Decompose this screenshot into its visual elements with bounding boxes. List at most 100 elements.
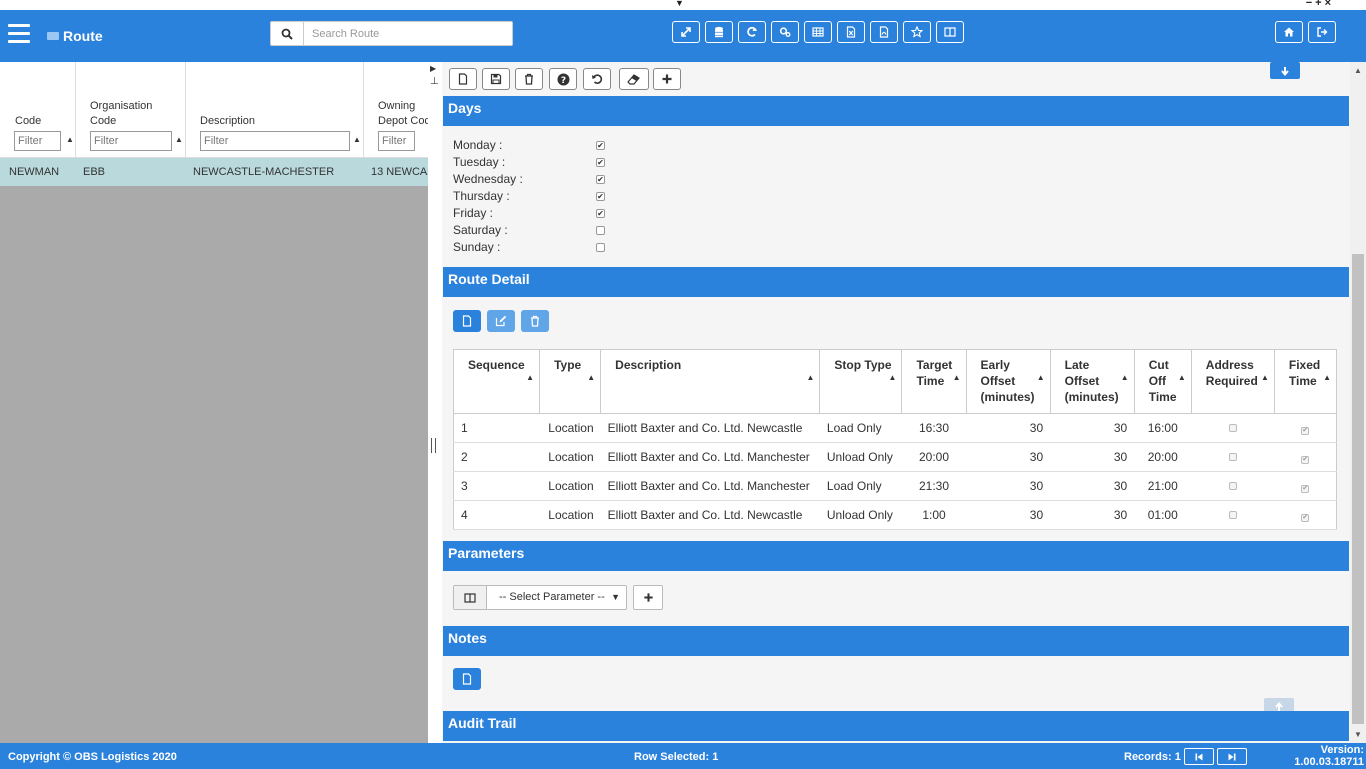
cell-late: 30 xyxy=(1050,442,1135,472)
sort-icon[interactable]: ▲ xyxy=(353,135,361,144)
delete-button[interactable] xyxy=(515,68,543,90)
add-route-detail-button[interactable] xyxy=(453,310,481,332)
org-filter-input[interactable] xyxy=(90,131,172,151)
expand-button[interactable] xyxy=(672,21,700,43)
code-filter-input[interactable] xyxy=(14,131,61,151)
day-checkbox[interactable]: ✔ xyxy=(596,175,605,184)
table-row[interactable]: 1 Location Elliott Baxter and Co. Ltd. New… xyxy=(453,413,1337,443)
sort-icon[interactable]: ▲ xyxy=(66,135,74,144)
day-label: Monday : xyxy=(453,138,503,152)
play-right-icon[interactable]: ▶ xyxy=(430,64,436,73)
scrollbar-thumb[interactable] xyxy=(1352,254,1364,724)
clear-button[interactable] xyxy=(619,68,649,90)
day-checkbox[interactable] xyxy=(596,243,605,252)
sort-icon[interactable]: ▲ xyxy=(1261,370,1269,386)
search-input[interactable] xyxy=(304,22,512,45)
column-header[interactable]: Address Required ▲ xyxy=(1191,349,1275,414)
collapse-down-button[interactable] xyxy=(1270,62,1300,79)
section-days-header[interactable]: Days xyxy=(443,96,1349,126)
columns-icon xyxy=(944,27,956,37)
sort-icon[interactable]: ▲ xyxy=(1323,370,1331,386)
add-note-button[interactable] xyxy=(453,668,481,690)
new-record-button[interactable] xyxy=(449,68,477,90)
edit-route-detail-button[interactable] xyxy=(487,310,515,332)
vertical-scrollbar[interactable]: ▲ ▼ xyxy=(1350,62,1366,743)
column-owning-depot: Owning Depot Code xyxy=(364,62,428,157)
column-header-label: Address Required xyxy=(1205,358,1258,388)
column-header[interactable]: Type ▲ xyxy=(539,349,602,414)
depot-filter-input[interactable] xyxy=(378,131,415,151)
scroll-up-icon[interactable]: ▲ xyxy=(1354,66,1362,75)
save-button[interactable] xyxy=(482,68,510,90)
parameter-select[interactable]: -- Select Parameter -- ▼ xyxy=(487,586,626,609)
description-filter-input[interactable] xyxy=(200,131,350,151)
scroll-down-icon[interactable]: ▼ xyxy=(1354,730,1362,739)
add-parameter-button[interactable] xyxy=(633,585,663,610)
hamburger-menu-icon[interactable] xyxy=(8,24,30,46)
collapse-header-icon[interactable]: ▼ xyxy=(675,0,684,8)
day-checkbox[interactable]: ✔ xyxy=(596,192,605,201)
columns-button[interactable] xyxy=(936,21,964,43)
cell-type: Location xyxy=(539,500,601,530)
pin-icon[interactable]: ⊥ xyxy=(430,76,439,87)
sort-icon[interactable]: ▲ xyxy=(1121,370,1129,386)
add-button[interactable] xyxy=(653,68,681,90)
refresh-icon xyxy=(747,26,757,37)
database-button[interactable] xyxy=(705,21,733,43)
cell-early: 30 xyxy=(966,471,1051,501)
export-excel-button[interactable] xyxy=(837,21,865,43)
day-checkbox[interactable]: ✔ xyxy=(596,158,605,167)
pdf-file-icon xyxy=(879,26,889,38)
delete-route-detail-button[interactable] xyxy=(521,310,549,332)
column-header[interactable]: Early Offset (minutes) ▲ xyxy=(966,349,1051,414)
sort-icon[interactable]: ▲ xyxy=(953,370,961,386)
sort-icon[interactable]: ▲ xyxy=(1178,370,1186,386)
section-parameters-header[interactable]: Parameters xyxy=(443,541,1349,571)
logout-button[interactable] xyxy=(1308,21,1336,43)
day-checkbox[interactable]: ✔ xyxy=(596,209,605,218)
window-controls[interactable]: −+× xyxy=(1306,0,1334,9)
day-checkbox[interactable]: ✔ xyxy=(596,141,605,150)
export-pdf-button[interactable] xyxy=(870,21,898,43)
column-header[interactable]: Late Offset (minutes) ▲ xyxy=(1050,349,1135,414)
section-audit-trail-header[interactable]: Audit Trail xyxy=(443,711,1349,741)
cell-type: Location xyxy=(539,471,601,501)
table-row[interactable]: NEWMAN EBB NEWCASTLE-MACHESTER 13 NEWCAS… xyxy=(0,158,428,186)
sort-icon[interactable]: ▲ xyxy=(889,370,897,386)
last-record-button[interactable] xyxy=(1217,748,1247,765)
column-header[interactable]: Target Time ▲ xyxy=(901,349,967,414)
sort-icon[interactable]: ▲ xyxy=(526,370,534,386)
column-header[interactable]: Description ▲ xyxy=(600,349,821,414)
resize-handle[interactable] xyxy=(431,438,436,453)
home-button[interactable] xyxy=(1275,21,1303,43)
detail-toolbar: ? xyxy=(442,62,1350,97)
refresh-button[interactable] xyxy=(738,21,766,43)
first-record-button[interactable] xyxy=(1184,748,1214,765)
home-icon xyxy=(1284,27,1294,37)
trash-icon xyxy=(525,73,533,85)
column-header[interactable]: Fixed Time ▲ xyxy=(1274,349,1338,414)
search-icon[interactable] xyxy=(271,22,304,45)
undo-button[interactable] xyxy=(583,68,611,90)
sort-icon[interactable]: ▲ xyxy=(806,370,814,386)
column-header[interactable]: Stop Type ▲ xyxy=(819,349,903,414)
sort-icon[interactable]: ▲ xyxy=(1037,370,1045,386)
address-required-checkbox xyxy=(1228,424,1237,432)
table-row[interactable]: 2 Location Elliott Baxter and Co. Ltd. Man… xyxy=(453,442,1337,472)
cell-desc: Elliott Baxter and Co. Ltd. Newcastle xyxy=(600,500,820,530)
favourite-button[interactable] xyxy=(903,21,931,43)
grid-view-button[interactable] xyxy=(804,21,832,43)
table-row[interactable]: 4 Location Elliott Baxter and Co. Ltd. New… xyxy=(453,500,1337,530)
column-header-label: Late Offset (minutes) xyxy=(1064,358,1119,404)
section-route-detail-header[interactable]: Route Detail xyxy=(443,267,1349,297)
sort-icon[interactable]: ▲ xyxy=(587,370,595,386)
column-code: Code ▲ xyxy=(0,62,76,157)
section-notes-header[interactable]: Notes xyxy=(443,626,1349,656)
sort-icon[interactable]: ▲ xyxy=(175,135,183,144)
help-button[interactable]: ? xyxy=(549,68,577,90)
settings-button[interactable] xyxy=(771,21,799,43)
column-header[interactable]: Cut Off Time ▲ xyxy=(1134,349,1192,414)
day-checkbox[interactable] xyxy=(596,226,605,235)
column-header[interactable]: Sequence ▲ xyxy=(453,349,541,414)
table-row[interactable]: 3 Location Elliott Baxter and Co. Ltd. Man… xyxy=(453,471,1337,501)
